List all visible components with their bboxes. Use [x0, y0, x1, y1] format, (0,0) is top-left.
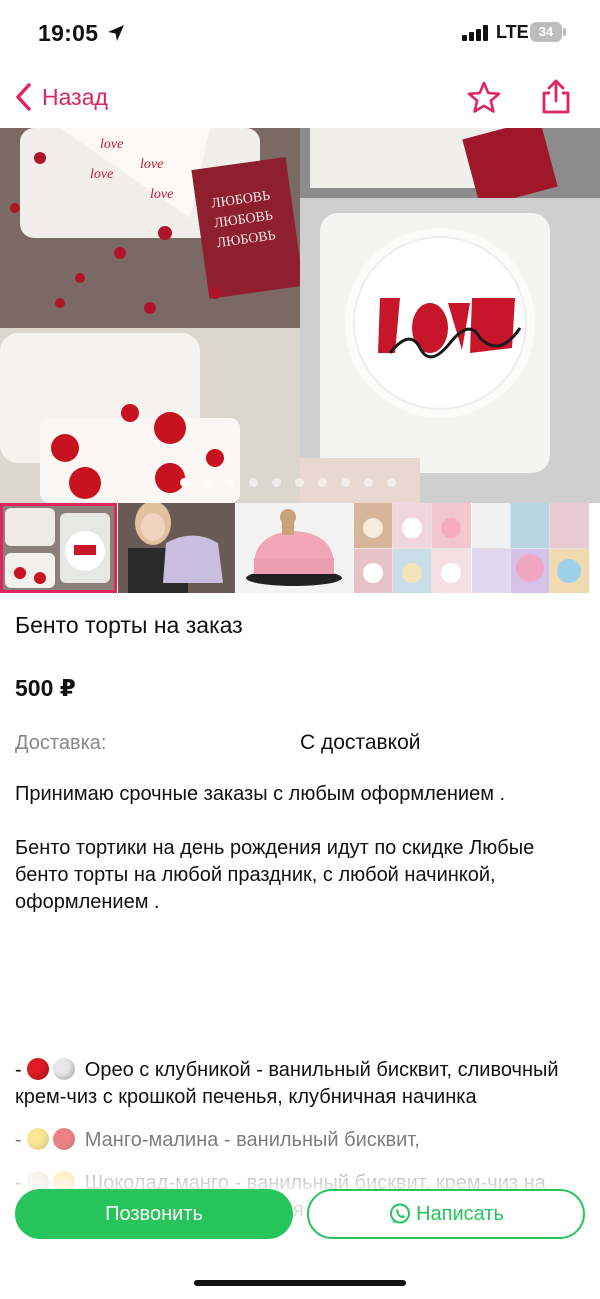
delivery-value: С доставкой — [300, 731, 421, 754]
status-bar: 19:05 LTE 34 — [0, 0, 600, 66]
list-prefix: - — [15, 1059, 28, 1081]
network-type: LTE — [496, 22, 529, 42]
pagination-dot[interactable] — [271, 478, 281, 487]
pagination-dot[interactable] — [225, 478, 235, 487]
list-item: - Орео с клубникой - ванильный бисквит, … — [15, 1057, 585, 1111]
pagination-dot[interactable] — [202, 478, 212, 487]
listing-description: Принимаю срочные заказы с любым оформлен… — [15, 783, 535, 913]
list-prefix: - — [15, 1129, 28, 1151]
write-button[interactable]: Написать — [307, 1189, 585, 1239]
battery-icon: 34 — [530, 22, 562, 42]
thumbnail-4[interactable] — [354, 503, 471, 593]
svg-text:love: love — [100, 137, 123, 152]
list-item: - Манго-малина - ванильный бисквит, — [15, 1127, 585, 1154]
home-indicator — [194, 1280, 406, 1286]
gallery-pagination — [0, 478, 600, 487]
list-prefix: - — [15, 1172, 28, 1194]
thumbnail-2[interactable] — [118, 503, 235, 593]
thumbnail-5[interactable] — [472, 503, 589, 593]
pagination-dot[interactable] — [294, 478, 304, 487]
listing-price: 500 ₽ — [15, 675, 76, 701]
pagination-dot[interactable] — [340, 478, 350, 487]
share-icon[interactable] — [538, 78, 574, 116]
pagination-dot[interactable] — [363, 478, 373, 487]
write-label: Написать — [416, 1202, 504, 1225]
back-button[interactable]: Назад — [14, 78, 108, 116]
svg-text:love: love — [150, 187, 173, 202]
pagination-dot[interactable] — [317, 478, 327, 487]
delivery-label: Доставка: — [15, 732, 107, 754]
favorite-star-icon[interactable] — [466, 80, 502, 116]
thumbnail-1[interactable] — [0, 503, 117, 593]
red-circle-icon — [53, 1128, 76, 1150]
signal-icon — [462, 25, 492, 41]
call-button[interactable]: Позвонить — [15, 1189, 293, 1239]
location-arrow-icon — [108, 25, 124, 41]
flavor-text: Манго-малина - ванильный бисквит, — [84, 1129, 420, 1151]
chevron-left-icon — [16, 83, 31, 111]
red-circle-icon — [27, 1058, 50, 1080]
flavor-text: Орео с клубникой - ванильный бисквит, сл… — [15, 1059, 559, 1108]
white-circle-icon — [53, 1058, 76, 1080]
pagination-dot[interactable] — [386, 478, 396, 487]
photo-gallery[interactable]: love love love love ЛЮБОВЬ ЛЮБОВЬ ЛЮБОВЬ — [0, 128, 600, 503]
hero-photo: lovelovelovelove ЛЮБОВЬ ЛЮБОВЬ ЛЮБОВЬ — [0, 128, 600, 503]
nav-bar: Назад — [0, 66, 600, 128]
yellow-circle-icon — [27, 1128, 50, 1150]
status-time: 19:05 — [38, 20, 99, 46]
thumbnail-strip — [0, 503, 600, 593]
thumbnail-3[interactable] — [236, 503, 353, 593]
whatsapp-icon — [390, 1203, 411, 1224]
pagination-dot[interactable] — [248, 478, 258, 487]
battery-tip — [563, 28, 566, 36]
back-label: Назад — [42, 83, 108, 110]
pagination-dot[interactable] — [179, 478, 189, 487]
listing-title: Бенто торты на заказ — [15, 612, 243, 638]
call-label: Позвонить — [105, 1202, 203, 1225]
svg-text:love: love — [140, 157, 163, 172]
svg-text:love: love — [90, 167, 113, 182]
